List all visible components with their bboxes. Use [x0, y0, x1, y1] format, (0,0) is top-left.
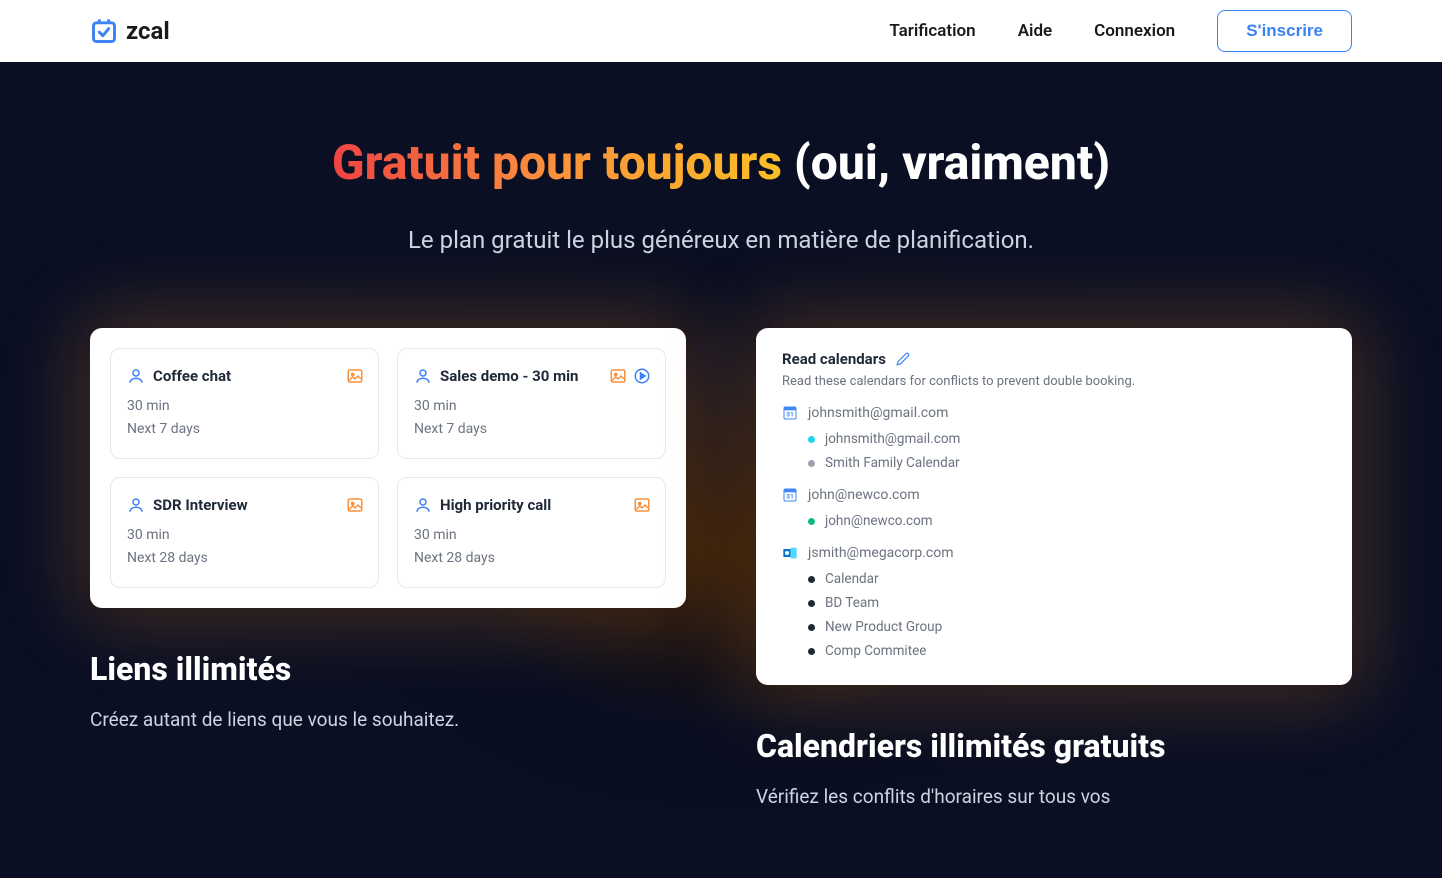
calendar-account-email: jsmith@megacorp.com [808, 545, 954, 561]
calendar-item[interactable]: johnsmith@gmail.com [808, 427, 1326, 451]
calendar-account[interactable]: 31 johnsmith@gmail.com [782, 405, 1326, 421]
svg-text:31: 31 [786, 411, 794, 419]
meeting-card[interactable]: SDR Interview 30 minNext 28 days [110, 477, 379, 588]
image-icon [609, 367, 627, 385]
hero-title-rest: (oui, vraiment) [782, 134, 1110, 191]
meeting-duration: 30 min [127, 395, 362, 417]
calendar-account-email: john@newco.com [808, 487, 920, 503]
color-dot [808, 648, 815, 655]
outlook-icon [782, 545, 798, 561]
hero-subtitle: Le plan gratuit le plus généreux en mati… [90, 222, 1352, 258]
svg-text:31: 31 [786, 493, 794, 501]
signup-button[interactable]: S'inscrire [1217, 10, 1352, 52]
calendar-item[interactable]: Calendar [808, 567, 1326, 591]
meeting-card[interactable]: Sales demo - 30 min 30 minNext 7 days [397, 348, 666, 459]
feature-left-desc: Créez autant de liens que vous le souhai… [90, 706, 686, 735]
meeting-range: Next 28 days [127, 547, 362, 569]
meetings-panel: Coffee chat30 minNext 7 daysSales demo -… [90, 328, 686, 608]
calendars-title: Read calendars [782, 350, 886, 368]
calendar-item-name: Calendar [825, 571, 879, 587]
calendar-item-name: Comp Commitee [825, 643, 926, 659]
color-dot [808, 576, 815, 583]
meeting-duration: 30 min [127, 524, 362, 546]
feature-right-title: Calendriers illimités gratuits [756, 727, 1352, 765]
meeting-duration: 30 min [414, 524, 649, 546]
main-section: Gratuit pour toujours (oui, vraiment) Le… [0, 62, 1442, 878]
image-icon [633, 496, 651, 514]
pencil-icon[interactable] [896, 352, 910, 366]
calendar-item-name: BD Team [825, 595, 879, 611]
google-calendar-icon: 31 [782, 405, 798, 421]
color-dot [808, 460, 815, 467]
hero-title-gradient: Gratuit pour toujours [332, 134, 782, 191]
logo-text: zcal [126, 17, 170, 45]
meeting-range: Next 28 days [414, 547, 649, 569]
logo-link[interactable]: zcal [90, 17, 170, 45]
meeting-title: Sales demo - 30 min [440, 367, 578, 385]
meeting-title: High priority call [440, 496, 551, 514]
calendars-panel: Read calendars Read these calendars for … [756, 328, 1352, 685]
calendars-desc: Read these calendars for conflicts to pr… [782, 374, 1326, 389]
google-calendar-icon: 31 [782, 487, 798, 503]
color-dot [808, 600, 815, 607]
nav-pricing[interactable]: Tarification [889, 21, 975, 41]
person-icon [127, 367, 145, 385]
meeting-range: Next 7 days [127, 418, 362, 440]
color-dot [808, 436, 815, 443]
calendar-item[interactable]: Comp Commitee [808, 639, 1326, 663]
calendar-account[interactable]: jsmith@megacorp.com [782, 545, 1326, 561]
calendar-logo-icon [90, 17, 118, 45]
hero-title: Gratuit pour toujours (oui, vraiment) [90, 132, 1352, 194]
feature-right-desc: Vérifiez les conflits d'horaires sur tou… [756, 783, 1352, 812]
feature-unlimited-calendars: Read calendars Read these calendars for … [756, 328, 1352, 812]
person-icon [414, 496, 432, 514]
calendar-item-name: john@newco.com [825, 513, 933, 529]
person-icon [414, 367, 432, 385]
meeting-card[interactable]: Coffee chat 30 minNext 7 days [110, 348, 379, 459]
hero: Gratuit pour toujours (oui, vraiment) Le… [90, 132, 1352, 258]
meeting-title: Coffee chat [153, 367, 231, 385]
calendar-account[interactable]: 31 john@newco.com [782, 487, 1326, 503]
meeting-card[interactable]: High priority call 30 minNext 28 days [397, 477, 666, 588]
meeting-title: SDR Interview [153, 496, 248, 514]
image-icon [346, 496, 364, 514]
nav-login[interactable]: Connexion [1094, 21, 1175, 41]
color-dot [808, 624, 815, 631]
calendar-item-name: Smith Family Calendar [825, 455, 960, 471]
color-dot [808, 518, 815, 525]
site-header: zcal Tarification Aide Connexion S'inscr… [0, 0, 1442, 62]
features-row: Coffee chat30 minNext 7 daysSales demo -… [90, 328, 1352, 812]
calendar-item[interactable]: BD Team [808, 591, 1326, 615]
person-icon [127, 496, 145, 514]
feature-unlimited-links: Coffee chat30 minNext 7 daysSales demo -… [90, 328, 686, 812]
calendar-item[interactable]: john@newco.com [808, 509, 1326, 533]
calendar-item-name: johnsmith@gmail.com [825, 431, 960, 447]
calendar-item[interactable]: Smith Family Calendar [808, 451, 1326, 475]
image-icon [346, 367, 364, 385]
meeting-duration: 30 min [414, 395, 649, 417]
record-icon [633, 367, 651, 385]
calendar-account-email: johnsmith@gmail.com [808, 405, 948, 421]
calendar-item-name: New Product Group [825, 619, 942, 635]
main-nav: Tarification Aide Connexion S'inscrire [889, 10, 1352, 52]
meeting-range: Next 7 days [414, 418, 649, 440]
calendar-item[interactable]: New Product Group [808, 615, 1326, 639]
nav-help[interactable]: Aide [1018, 21, 1052, 41]
feature-left-title: Liens illimités [90, 650, 686, 688]
